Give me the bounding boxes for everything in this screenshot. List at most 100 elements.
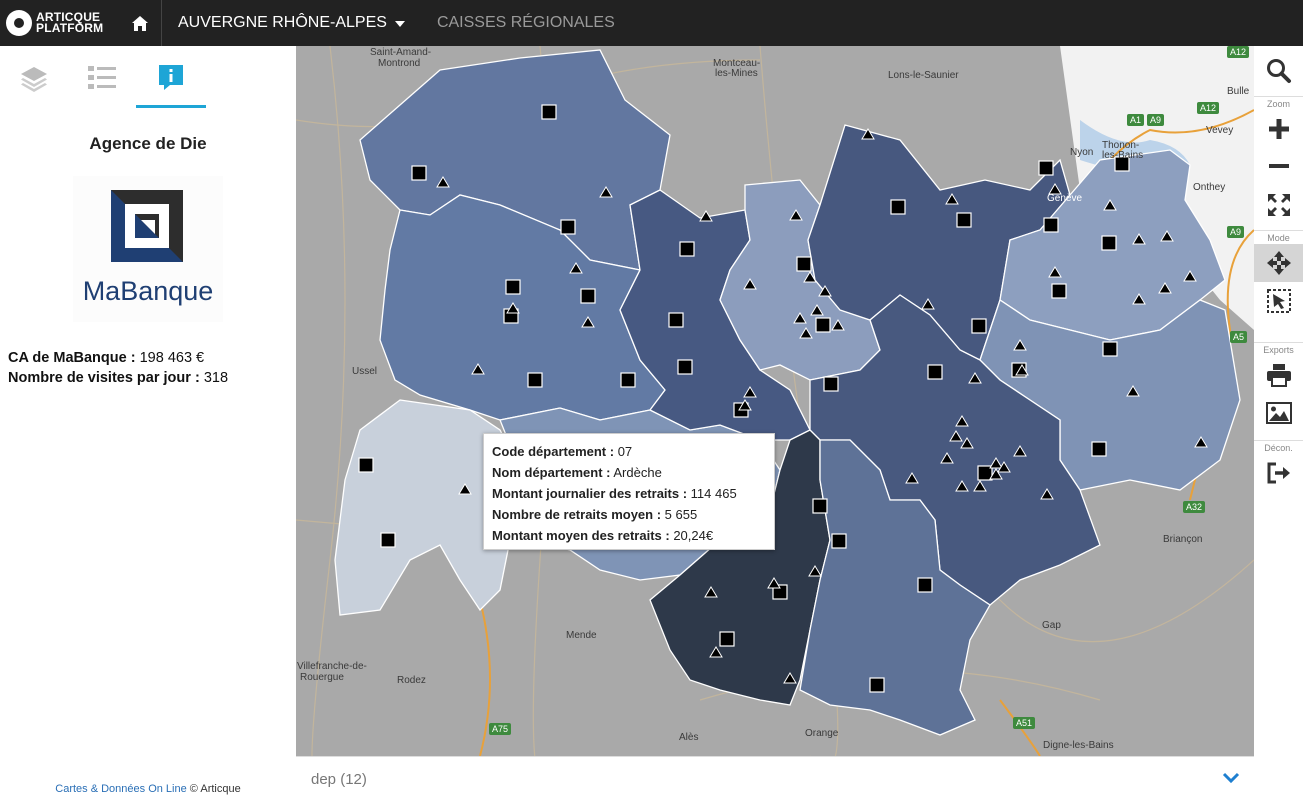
move-icon (1266, 251, 1291, 275)
map-toolbar: Zoom Mode Exports Décon. (1254, 46, 1303, 801)
tab-layers[interactable] (0, 48, 68, 108)
layers-icon (21, 67, 47, 92)
tooltip-row: Nom département : Ardèche (492, 462, 766, 483)
zoom-section-label: Zoom (1254, 96, 1303, 110)
brand-name: MaBanque (73, 276, 223, 307)
road-shield: A75 (489, 723, 512, 735)
place-label: les-Bains (1102, 150, 1144, 161)
fit-extent-button[interactable] (1254, 186, 1303, 224)
logout-button[interactable] (1254, 454, 1303, 492)
bank-logo-icon (111, 190, 183, 262)
nav-caisses-regionales[interactable]: CAISSES RÉGIONALES (421, 0, 631, 46)
department-tooltip: Code département : 07 Nom département : … (483, 433, 775, 550)
place-label: Briançon (1163, 534, 1203, 545)
credits-link[interactable]: Cartes & Données On Line (55, 783, 186, 795)
zoom-out-button[interactable] (1254, 148, 1303, 186)
stat-row-ca: CA de MaBanque : 198 463 € (8, 348, 296, 368)
road-shield: A51 (1013, 717, 1036, 729)
plus-icon (1268, 119, 1289, 139)
tooltip-row: Montant moyen des retraits : 20,24€ (492, 525, 766, 546)
tooltip-label: Montant moyen des retraits : (492, 528, 670, 543)
place-label: Saint-Amand- (370, 47, 432, 58)
tooltip-value: 5 655 (664, 507, 698, 522)
search-button[interactable] (1254, 46, 1303, 96)
home-button[interactable] (118, 0, 162, 46)
place-label: Bulle (1227, 86, 1250, 97)
place-label: Rouergue (300, 672, 344, 683)
image-icon (1265, 402, 1292, 424)
select-mode-button[interactable] (1254, 282, 1303, 320)
info-icon (159, 64, 183, 90)
place-label: Villefranche-de- (297, 661, 367, 672)
print-button[interactable] (1254, 356, 1303, 394)
tooltip-label: Nom département : (492, 465, 611, 480)
expand-icon (1267, 194, 1290, 216)
home-icon (131, 15, 148, 31)
chevron-down-icon[interactable] (1222, 771, 1240, 785)
stat-value: 198 463 € (139, 350, 205, 366)
print-icon (1266, 364, 1291, 387)
agency-title: Agence de Die (89, 134, 207, 153)
place-label: Digne-les-Bains (1043, 740, 1114, 751)
exports-section-label: Exports (1254, 342, 1303, 356)
tooltip-row: Montant journalier des retraits : 114 46… (492, 483, 766, 504)
place-label: Nyon (1070, 147, 1094, 158)
layer-selector-bar[interactable]: dep (12) (296, 756, 1254, 801)
section-label: CAISSES RÉGIONALES (436, 14, 615, 31)
tooltip-label: Code département : (492, 444, 615, 459)
brand-name-part-2: Banque (120, 276, 214, 306)
tooltip-row: Nombre de retraits moyen : 5 655 (492, 504, 766, 525)
map-canvas[interactable]: Saint-Amand- Montrond Montceau- les-Mine… (296, 46, 1254, 756)
tab-info[interactable] (136, 48, 206, 108)
place-label: Alès (679, 732, 699, 743)
place-label: Montrond (378, 58, 421, 69)
road-shield: A1 (1127, 114, 1145, 126)
road-shield: A12 (1197, 102, 1220, 114)
brand-name-part-1: Ma (82, 276, 121, 306)
logo-mark-icon (6, 10, 32, 36)
logo-text: ARTICQUE PLATFORM (36, 11, 103, 34)
place-label: Orange (805, 728, 839, 739)
road-shield: A32 (1183, 501, 1206, 513)
zoom-in-button[interactable] (1254, 110, 1303, 148)
place-label: Genève (1047, 193, 1083, 204)
road-shield: A12 (1227, 46, 1250, 58)
place-label: Mende (566, 630, 597, 641)
articque-logo[interactable]: ARTICQUE PLATFORM (0, 0, 118, 46)
tooltip-value: 114 465 (690, 486, 737, 501)
region-dropdown[interactable]: AUVERGNE RHÔNE-ALPES (162, 0, 421, 46)
mode-section-label: Mode (1254, 230, 1303, 244)
tooltip-value: 20,24€ (673, 528, 714, 543)
layer-label: dep (12) (311, 770, 367, 788)
place-label: Ussel (352, 366, 378, 377)
minus-icon (1268, 164, 1289, 168)
stat-label: CA de MaBanque : (8, 350, 136, 366)
pan-mode-button[interactable] (1254, 244, 1303, 282)
left-panel: Agence de Die MaBanque CA de MaBanque : … (0, 46, 296, 801)
tooltip-label: Montant journalier des retraits : (492, 486, 688, 501)
agency-stats: CA de MaBanque : 198 463 € Nombre de vis… (0, 348, 296, 388)
stat-label: Nombre de visites par jour : (8, 370, 200, 386)
stat-value: 318 (203, 370, 229, 386)
tab-legend[interactable] (68, 48, 136, 108)
panel-tabs (0, 46, 296, 108)
tooltip-label: Nombre de retraits moyen : (492, 507, 662, 522)
logout-icon (1267, 462, 1290, 484)
search-icon (1266, 59, 1291, 83)
top-bar: ARTICQUE PLATFORM AUVERGNE RHÔNE-ALPES C… (0, 0, 1303, 46)
stat-row-visites: Nombre de visites par jour : 318 (8, 368, 296, 388)
place-label: Vevey (1206, 125, 1234, 136)
caret-down-icon (394, 21, 405, 27)
credits: Cartes & Données On Line © Articque (0, 783, 296, 795)
region-label: AUVERGNE RHÔNE-ALPES (178, 14, 387, 31)
place-label: Lons-le-Saunier (888, 70, 959, 81)
export-image-button[interactable] (1254, 394, 1303, 432)
credits-text: © Articque (189, 783, 241, 795)
place-label: Rodez (397, 675, 426, 686)
road-shield: A5 (1230, 331, 1248, 343)
brand-logo: MaBanque (73, 176, 223, 322)
select-area-icon (1266, 289, 1291, 313)
road-shield: A9 (1147, 114, 1165, 126)
decon-section-label: Décon. (1254, 440, 1303, 454)
road-shield: A9 (1227, 226, 1245, 238)
